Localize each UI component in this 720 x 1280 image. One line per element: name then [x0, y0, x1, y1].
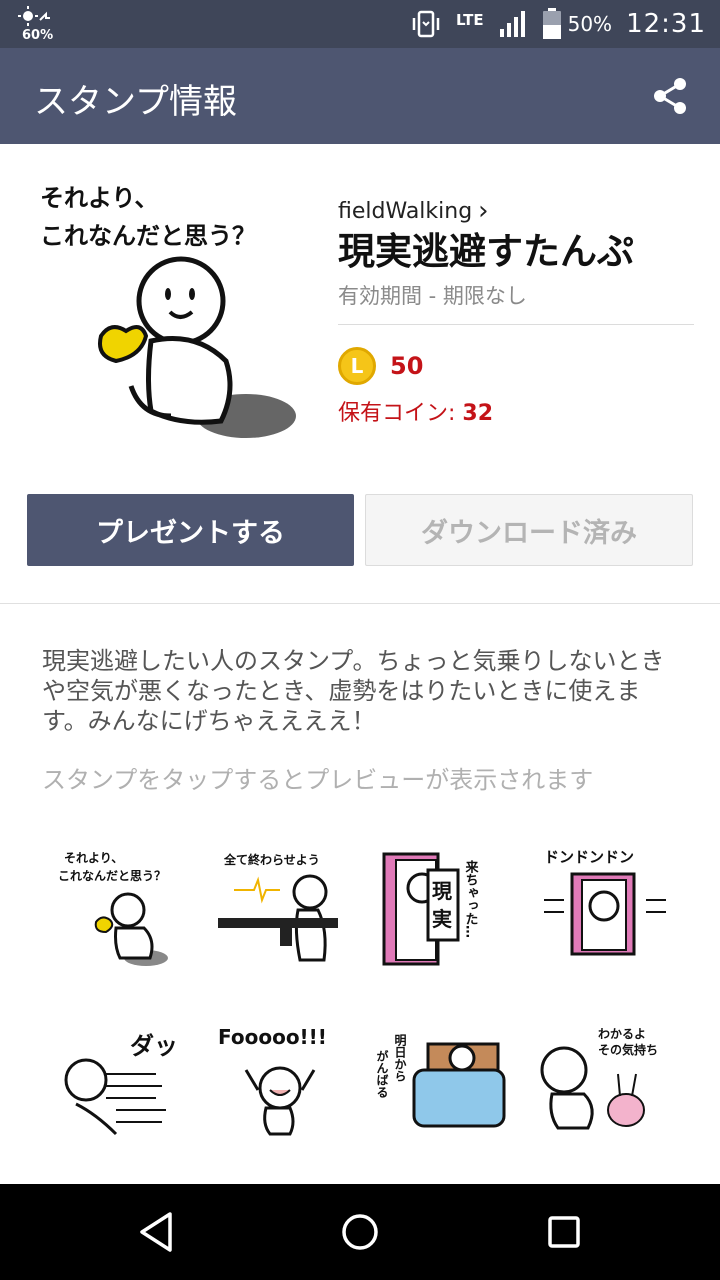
- page-title: スタンプ情報: [34, 82, 237, 122]
- sticker-what-is-this[interactable]: それより、 これなんだと思う？: [46, 840, 186, 970]
- sticker-fooooo[interactable]: Fooooo!!!: [210, 1014, 350, 1144]
- navigation-bar: [0, 1184, 720, 1280]
- svg-text:現: 現: [432, 879, 452, 903]
- sticker-finish-all[interactable]: 全て終わらせよう: [210, 840, 350, 970]
- validity-period: 有効期間 - 期限なし: [338, 284, 527, 308]
- svg-text:来ちゃった…: 来ちゃった…: [463, 859, 480, 938]
- small-battery-level: 60%: [22, 28, 54, 43]
- sticker-dash[interactable]: ダッ: [46, 1014, 186, 1144]
- main-sticker-image: それより、 これなんだと思う？: [36, 176, 306, 446]
- author-name: fieldWalking: [338, 198, 473, 224]
- sticker-grid: それより、 これなんだと思う？ 全て終わらせよう 現 実 来ちゃった… ドンドン…: [46, 840, 676, 1160]
- main-sticker-text-2: これなんだと思う？: [40, 222, 256, 250]
- svg-text:実: 実: [432, 907, 452, 931]
- author-link[interactable]: fieldWalking ›: [338, 196, 694, 226]
- battery-level: 50%: [567, 12, 613, 36]
- battery-status: 50%: [542, 8, 612, 40]
- svg-text:これなんだと思う？: これなんだと思う？: [58, 869, 166, 883]
- section-divider: [0, 603, 720, 604]
- sticker-understand[interactable]: わかるよ その気持ち: [538, 1014, 678, 1144]
- downloaded-button[interactable]: ダウンロード済み: [365, 494, 693, 566]
- status-right: LTE 50% 12:31: [410, 0, 706, 48]
- owned-coins: 保有コイン: 32: [338, 395, 694, 427]
- package-title: 現実逃避すたんぷ: [338, 230, 634, 273]
- home-icon: [342, 1214, 378, 1250]
- main-sticker-text-1: それより、: [40, 184, 159, 212]
- svg-text:明日から: 明日から: [393, 1034, 407, 1082]
- share-icon: [654, 78, 686, 114]
- svg-text:ダッ: ダッ: [130, 1032, 178, 1060]
- svg-text:がんばる: がんばる: [375, 1049, 389, 1098]
- recents-button[interactable]: [534, 1202, 594, 1262]
- chevron-right-icon: ›: [478, 196, 489, 226]
- sticker-don-don[interactable]: ドンドンドン: [538, 840, 678, 970]
- price-value: 50: [390, 352, 424, 380]
- share-button[interactable]: [648, 74, 692, 118]
- owned-coins-value: 32: [462, 401, 494, 426]
- app-bar: スタンプ情報: [0, 48, 720, 144]
- package-description: 現実逃避したい人のスタンプ。ちょっと気乗りしないときや空気が悪くなったとき、虚勢…: [42, 647, 665, 735]
- clock: 12:31: [626, 9, 706, 39]
- svg-text:全て終わらせよう: 全て終わらせよう: [223, 852, 320, 867]
- sticker-reality-came[interactable]: 現 実 来ちゃった…: [374, 840, 514, 970]
- owned-coins-label: 保有コイン:: [338, 401, 456, 426]
- price-row: L 50: [338, 347, 694, 385]
- brightness-icon: [18, 6, 50, 26]
- svg-text:ドンドンドン: ドンドンドン: [544, 848, 634, 866]
- info-divider: [338, 324, 694, 325]
- present-button[interactable]: プレゼントする: [27, 494, 354, 566]
- status-bar: 60% LTE 50% 12:31: [0, 0, 720, 48]
- svg-text:その気持ち: その気持ち: [598, 1042, 658, 1057]
- coin-icon: L: [338, 347, 376, 385]
- preview-hint: スタンプをタップするとプレビューが表示されます: [42, 766, 594, 794]
- back-icon: [140, 1212, 172, 1252]
- back-button[interactable]: [126, 1202, 186, 1262]
- svg-text:それより、: それより、: [64, 851, 123, 865]
- signal-icon: [499, 11, 525, 37]
- home-button[interactable]: [330, 1202, 390, 1262]
- status-left: 60%: [18, 6, 58, 44]
- sticker-from-tomorrow[interactable]: 明日から がんばる: [374, 1014, 514, 1144]
- vibrate-icon: [412, 10, 440, 38]
- recents-icon: [548, 1216, 580, 1248]
- battery-icon: [542, 8, 561, 39]
- svg-text:Fooooo!!!: Fooooo!!!: [218, 1025, 327, 1049]
- network-type: LTE: [456, 10, 484, 29]
- package-info: fieldWalking › 現実逃避すたんぷ 有効期間 - 期限なし L 50…: [338, 196, 694, 427]
- svg-text:わかるよ: わかるよ: [598, 1027, 646, 1041]
